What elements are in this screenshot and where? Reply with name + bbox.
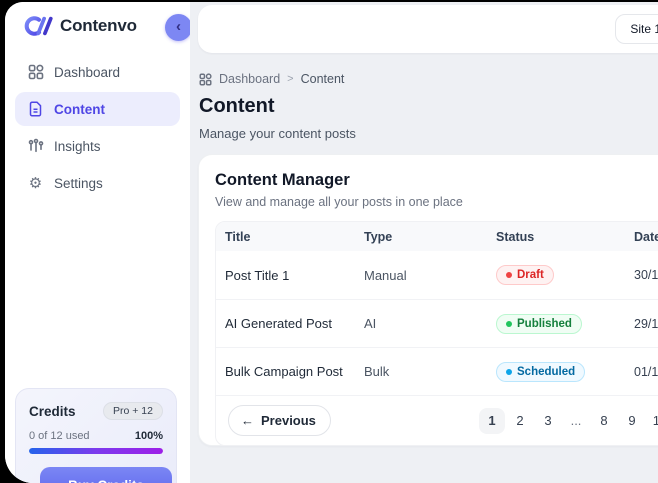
page-number-9[interactable]: 9 <box>619 408 645 434</box>
grid-icon <box>199 72 212 86</box>
page-number-1[interactable]: 1 <box>479 407 505 434</box>
post-title: AI Generated Post <box>225 316 332 331</box>
sidebar-item-label: Content <box>54 101 105 117</box>
arrow-left-icon: ← <box>241 413 254 428</box>
contenvo-logo-icon <box>24 16 53 36</box>
status-badge: Scheduled <box>496 361 586 382</box>
posts-table: Title Type Status Date Post Title 1 Manu… <box>215 221 658 446</box>
table-row[interactable]: Bulk Campaign Post Bulk Scheduled 01/11/… <box>216 347 658 395</box>
status-label: Draft <box>517 269 544 281</box>
page-number-10[interactable]: 10 <box>647 408 658 434</box>
column-header-status: Status <box>496 229 535 244</box>
topbar: Site 1 <box>198 5 658 53</box>
breadcrumb-separator: > <box>287 73 294 85</box>
status-dot-icon <box>506 272 512 278</box>
card-title: Content Manager <box>215 171 350 189</box>
breadcrumb-parent[interactable]: Dashboard <box>219 72 280 86</box>
previous-page-button[interactable]: ← Previous <box>228 405 331 436</box>
sidebar: Contenvo ‹ Dashboard Content Insights ⚙ … <box>5 2 192 483</box>
post-type: Bulk <box>364 364 390 379</box>
post-status-cell: Published <box>487 313 625 334</box>
status-badge: Published <box>496 313 582 334</box>
table-header-row: Title Type Status Date <box>216 222 658 251</box>
page-number-8[interactable]: 8 <box>591 408 617 434</box>
status-dot-icon <box>506 368 512 375</box>
pagination-pages: 1 2 3 ... 8 9 10 <box>479 407 658 434</box>
post-date: 29/10/ <box>634 316 658 331</box>
credits-card: Credits Pro + 12 0 of 12 used 100% Buy C… <box>15 388 177 483</box>
sidebar-item-label: Settings <box>54 175 103 191</box>
grid-icon <box>27 64 44 81</box>
status-label: Published <box>517 317 572 330</box>
status-label: Scheduled <box>517 365 576 378</box>
table-row[interactable]: AI Generated Post AI Published 29/10/ <box>216 299 658 347</box>
credits-title: Credits <box>29 403 76 419</box>
post-date: 30/10/ <box>634 268 658 282</box>
post-status-cell: Draft <box>487 265 625 285</box>
chart-icon <box>27 138 44 155</box>
pagination-ellipsis: ... <box>570 413 582 428</box>
sidebar-item-insights[interactable]: Insights <box>15 129 180 163</box>
status-badge: Draft <box>496 265 554 285</box>
app-window: Contenvo ‹ Dashboard Content Insights ⚙ … <box>5 2 658 483</box>
sidebar-item-label: Insights <box>54 138 101 154</box>
chevron-left-icon: ‹ <box>176 18 181 35</box>
main-area: Site 1 Dashboard > Content Content Manag… <box>190 2 658 483</box>
credits-usage-text: 0 of 12 used <box>29 430 90 442</box>
page-subtitle: Manage your content posts <box>199 126 356 141</box>
content-manager-card: Content Manager View and manage all your… <box>198 154 658 446</box>
post-title: Bulk Campaign Post <box>225 364 343 379</box>
post-status-cell: Scheduled <box>487 361 625 382</box>
gear-icon: ⚙ <box>28 174 43 192</box>
brand-name: Contenvo <box>60 16 137 35</box>
post-type: AI <box>364 316 377 331</box>
post-type: Manual <box>364 267 407 283</box>
page-title: Content <box>199 95 275 117</box>
column-header-title: Title <box>225 229 251 244</box>
site-selector-button[interactable]: Site 1 <box>615 14 658 44</box>
buy-credits-button[interactable]: Buy Credits <box>40 467 172 483</box>
page-number-2[interactable]: 2 <box>507 408 533 434</box>
credits-percent: 100% <box>134 430 163 442</box>
table-footer: ← Previous 1 2 3 ... 8 9 10 <box>216 395 658 445</box>
sidebar-nav: Dashboard Content Insights ⚙ Settings <box>15 55 180 200</box>
post-date: 01/11/2 <box>634 364 658 379</box>
post-title: Post Title 1 <box>225 267 290 283</box>
sidebar-item-content[interactable]: Content <box>15 92 180 126</box>
credits-progress-fill <box>29 448 163 454</box>
breadcrumb: Dashboard > Content <box>199 72 344 86</box>
document-icon <box>27 101 44 118</box>
sidebar-item-dashboard[interactable]: Dashboard <box>15 55 180 89</box>
column-header-date: Date <box>634 229 658 244</box>
plan-badge: Pro + 12 <box>103 402 163 420</box>
sidebar-collapse-button[interactable]: ‹ <box>165 14 192 41</box>
card-subtitle: View and manage all your posts in one pl… <box>215 195 463 209</box>
breadcrumb-current: Content <box>300 72 345 86</box>
brand-logo: Contenvo <box>22 14 137 38</box>
column-header-type: Type <box>364 229 393 244</box>
sidebar-item-settings[interactable]: ⚙ Settings <box>15 166 180 200</box>
previous-label: Previous <box>261 413 316 428</box>
sidebar-item-label: Dashboard <box>54 64 121 80</box>
status-dot-icon <box>506 320 512 327</box>
table-row[interactable]: Post Title 1 Manual Draft 30/10/ <box>216 251 658 299</box>
credits-progress-bar <box>29 448 163 454</box>
page-number-3[interactable]: 3 <box>535 408 561 434</box>
